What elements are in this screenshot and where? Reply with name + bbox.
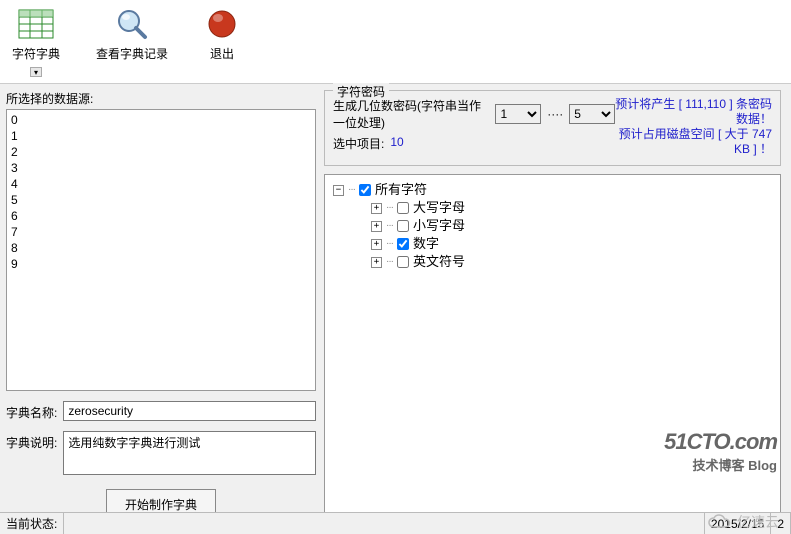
min-length-select[interactable]: 1 <box>495 104 541 124</box>
root-label: 所有字符 <box>375 181 427 199</box>
exit-icon <box>204 6 240 42</box>
collapse-icon[interactable]: − <box>333 185 344 196</box>
expand-icon[interactable]: + <box>371 221 382 232</box>
status-bar: 当前状态: 2015/2/15 2 <box>0 512 791 534</box>
node-checkbox[interactable] <box>397 256 409 268</box>
selected-label: 选中项目: <box>333 135 384 152</box>
list-item[interactable]: 1 <box>11 128 311 144</box>
prediction-line-2: 预计占用磁盘空间 [ 大于 747 KB ] ！ <box>615 127 772 157</box>
tree-connector: ··· <box>386 217 393 235</box>
list-item[interactable]: 7 <box>11 224 311 240</box>
root-checkbox[interactable] <box>359 184 371 196</box>
dict-name-input[interactable] <box>63 401 316 421</box>
status-fill <box>64 513 705 534</box>
range-dots: ···· <box>547 107 563 121</box>
node-label: 大写字母 <box>413 199 465 217</box>
tree-node-upper[interactable]: + ··· 大写字母 <box>371 199 772 217</box>
status-extra: 2 <box>771 513 791 534</box>
view-records-button[interactable]: 查看字典记录 <box>90 4 174 64</box>
list-item[interactable]: 6 <box>11 208 311 224</box>
left-panel: 所选择的数据源: 0 1 2 3 4 5 6 7 8 9 字典名称: 字典说明:… <box>6 90 316 520</box>
tree-node-lower[interactable]: + ··· 小写字母 <box>371 217 772 235</box>
prediction-line-1: 预计将产生 [ 111,110 ] 条密码数据！ <box>615 97 772 127</box>
prediction-text: 预计将产生 [ 111,110 ] 条密码数据！ 预计占用磁盘空间 [ 大于 7… <box>615 97 772 157</box>
magnifier-icon <box>114 6 150 42</box>
list-item[interactable]: 2 <box>11 144 311 160</box>
char-dict-button[interactable]: 字符字典 ▾ <box>6 4 66 79</box>
expand-icon[interactable]: + <box>371 203 382 214</box>
node-checkbox[interactable] <box>397 238 409 250</box>
tree-node-symbols[interactable]: + ··· 英文符号 <box>371 253 772 271</box>
right-panel: 字符密码 生成几位数密码(字符串当作一位处理) 1 ···· 5 选中项目: 1… <box>324 90 785 520</box>
status-label: 当前状态: <box>0 513 64 534</box>
dict-name-label: 字典名称: <box>6 401 57 421</box>
status-date: 2015/2/15 <box>705 513 771 534</box>
view-records-label: 查看字典记录 <box>96 45 168 62</box>
main-toolbar: 字符字典 ▾ 查看字典记录 退出 <box>0 0 791 84</box>
expand-icon[interactable]: + <box>371 257 382 268</box>
gen-label: 生成几位数密码(字符串当作一位处理) <box>333 97 489 131</box>
tree-connector: ··· <box>386 235 393 253</box>
dict-desc-label: 字典说明: <box>6 431 57 451</box>
expand-icon[interactable]: + <box>371 239 382 250</box>
group-legend: 字符密码 <box>333 83 389 100</box>
exit-label: 退出 <box>210 45 234 62</box>
tree-root[interactable]: − ··· 所有字符 <box>333 181 772 199</box>
tree-connector: ··· <box>386 253 393 271</box>
list-item[interactable]: 8 <box>11 240 311 256</box>
list-item[interactable]: 0 <box>11 112 311 128</box>
source-listbox[interactable]: 0 1 2 3 4 5 6 7 8 9 <box>6 109 316 391</box>
main-area: 所选择的数据源: 0 1 2 3 4 5 6 7 8 9 字典名称: 字典说明:… <box>0 84 791 526</box>
source-label: 所选择的数据源: <box>6 90 316 107</box>
list-item[interactable]: 4 <box>11 176 311 192</box>
list-item[interactable]: 5 <box>11 192 311 208</box>
list-item[interactable]: 3 <box>11 160 311 176</box>
exit-button[interactable]: 退出 <box>198 4 246 64</box>
dict-desc-input[interactable]: 选用纯数字字典进行测试 <box>63 431 316 475</box>
tree-connector: ··· <box>348 181 355 199</box>
selected-value: 10 <box>390 135 403 152</box>
list-item[interactable]: 9 <box>11 256 311 272</box>
max-length-select[interactable]: 5 <box>569 104 615 124</box>
char-dict-label: 字符字典 <box>12 45 60 62</box>
tree-node-digits[interactable]: + ··· 数字 <box>371 235 772 253</box>
node-checkbox[interactable] <box>397 202 409 214</box>
node-label: 数字 <box>413 235 439 253</box>
char-tree[interactable]: − ··· 所有字符 + ··· 大写字母 + ··· 小写字母 <box>324 174 781 520</box>
spreadsheet-icon <box>18 6 54 42</box>
char-dict-dropdown[interactable]: ▾ <box>30 67 42 77</box>
node-label: 英文符号 <box>413 253 465 271</box>
char-password-group: 字符密码 生成几位数密码(字符串当作一位处理) 1 ···· 5 选中项目: 1… <box>324 90 781 166</box>
node-label: 小写字母 <box>413 217 465 235</box>
tree-connector: ··· <box>386 199 393 217</box>
node-checkbox[interactable] <box>397 220 409 232</box>
